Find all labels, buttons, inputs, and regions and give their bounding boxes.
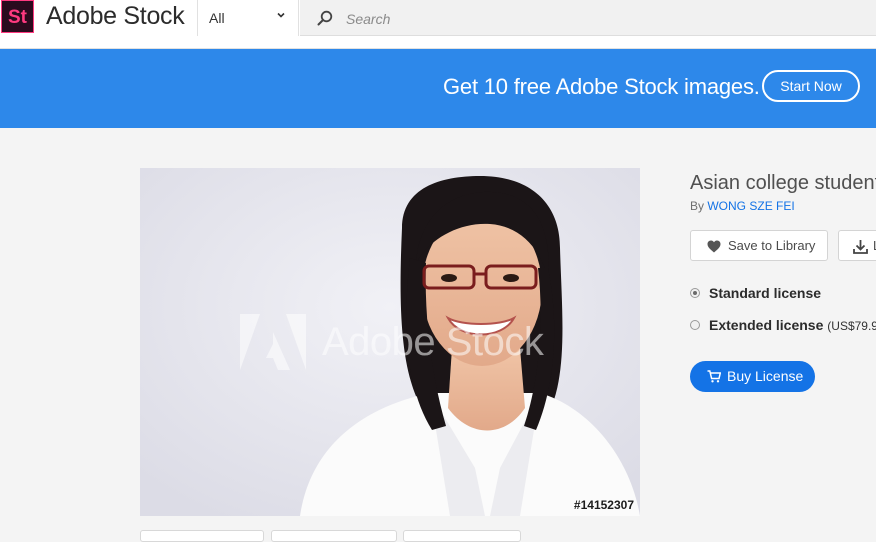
search-scope-dropdown[interactable]: All — [197, 0, 299, 36]
extended-license-price: (US$79.99 — [827, 319, 876, 333]
download-icon — [853, 240, 868, 254]
adobe-stock-logo-icon[interactable]: St — [1, 0, 34, 33]
extended-license-option[interactable]: Extended license (US$79.99 — [690, 317, 876, 333]
brand-name[interactable]: Adobe Stock — [46, 2, 185, 31]
promo-banner: Get 10 free Adobe Stock images. Start No… — [0, 49, 876, 128]
extended-license-label: Extended license — [709, 317, 824, 333]
chevron-down-icon — [277, 12, 285, 18]
preview-tab[interactable] — [271, 530, 397, 542]
asset-title: Asian college student — [690, 172, 876, 194]
standard-license-label: Standard license — [709, 285, 822, 301]
promo-text: Get 10 free Adobe Stock images. — [443, 74, 760, 99]
asset-preview-image[interactable]: Adobe Stock #14152307 — [140, 168, 640, 516]
cart-icon — [707, 370, 721, 383]
download-preview-button[interactable]: L — [838, 230, 876, 261]
standard-license-option[interactable]: Standard license — [690, 285, 821, 301]
extended-license-radio[interactable] — [690, 320, 700, 331]
buy-license-label: Buy License — [727, 368, 804, 384]
buy-license-button[interactable]: Buy License — [690, 361, 815, 392]
heart-icon — [707, 240, 721, 253]
start-now-button[interactable]: Start Now — [762, 70, 860, 102]
adobe-logo-watermark-icon — [240, 314, 306, 370]
standard-license-radio[interactable] — [690, 288, 700, 299]
search-input[interactable] — [344, 7, 868, 31]
author-link[interactable]: WONG SZE FEI — [707, 199, 794, 213]
search-icon[interactable] — [316, 9, 334, 27]
top-bar: St Adobe Stock All — [0, 0, 876, 49]
search-scope-value: All — [209, 10, 225, 26]
author-byline: By WONG SZE FEI — [690, 199, 795, 213]
asset-id: #14152307 — [573, 498, 634, 512]
by-prefix: By — [690, 199, 705, 213]
save-to-library-label: Save to Library — [728, 238, 816, 253]
save-to-library-button[interactable]: Save to Library — [690, 230, 828, 261]
preview-tab[interactable] — [403, 530, 521, 542]
search-bar — [300, 0, 876, 36]
preview-tab[interactable] — [140, 530, 264, 542]
watermark-text: Adobe Stock — [322, 320, 544, 364]
